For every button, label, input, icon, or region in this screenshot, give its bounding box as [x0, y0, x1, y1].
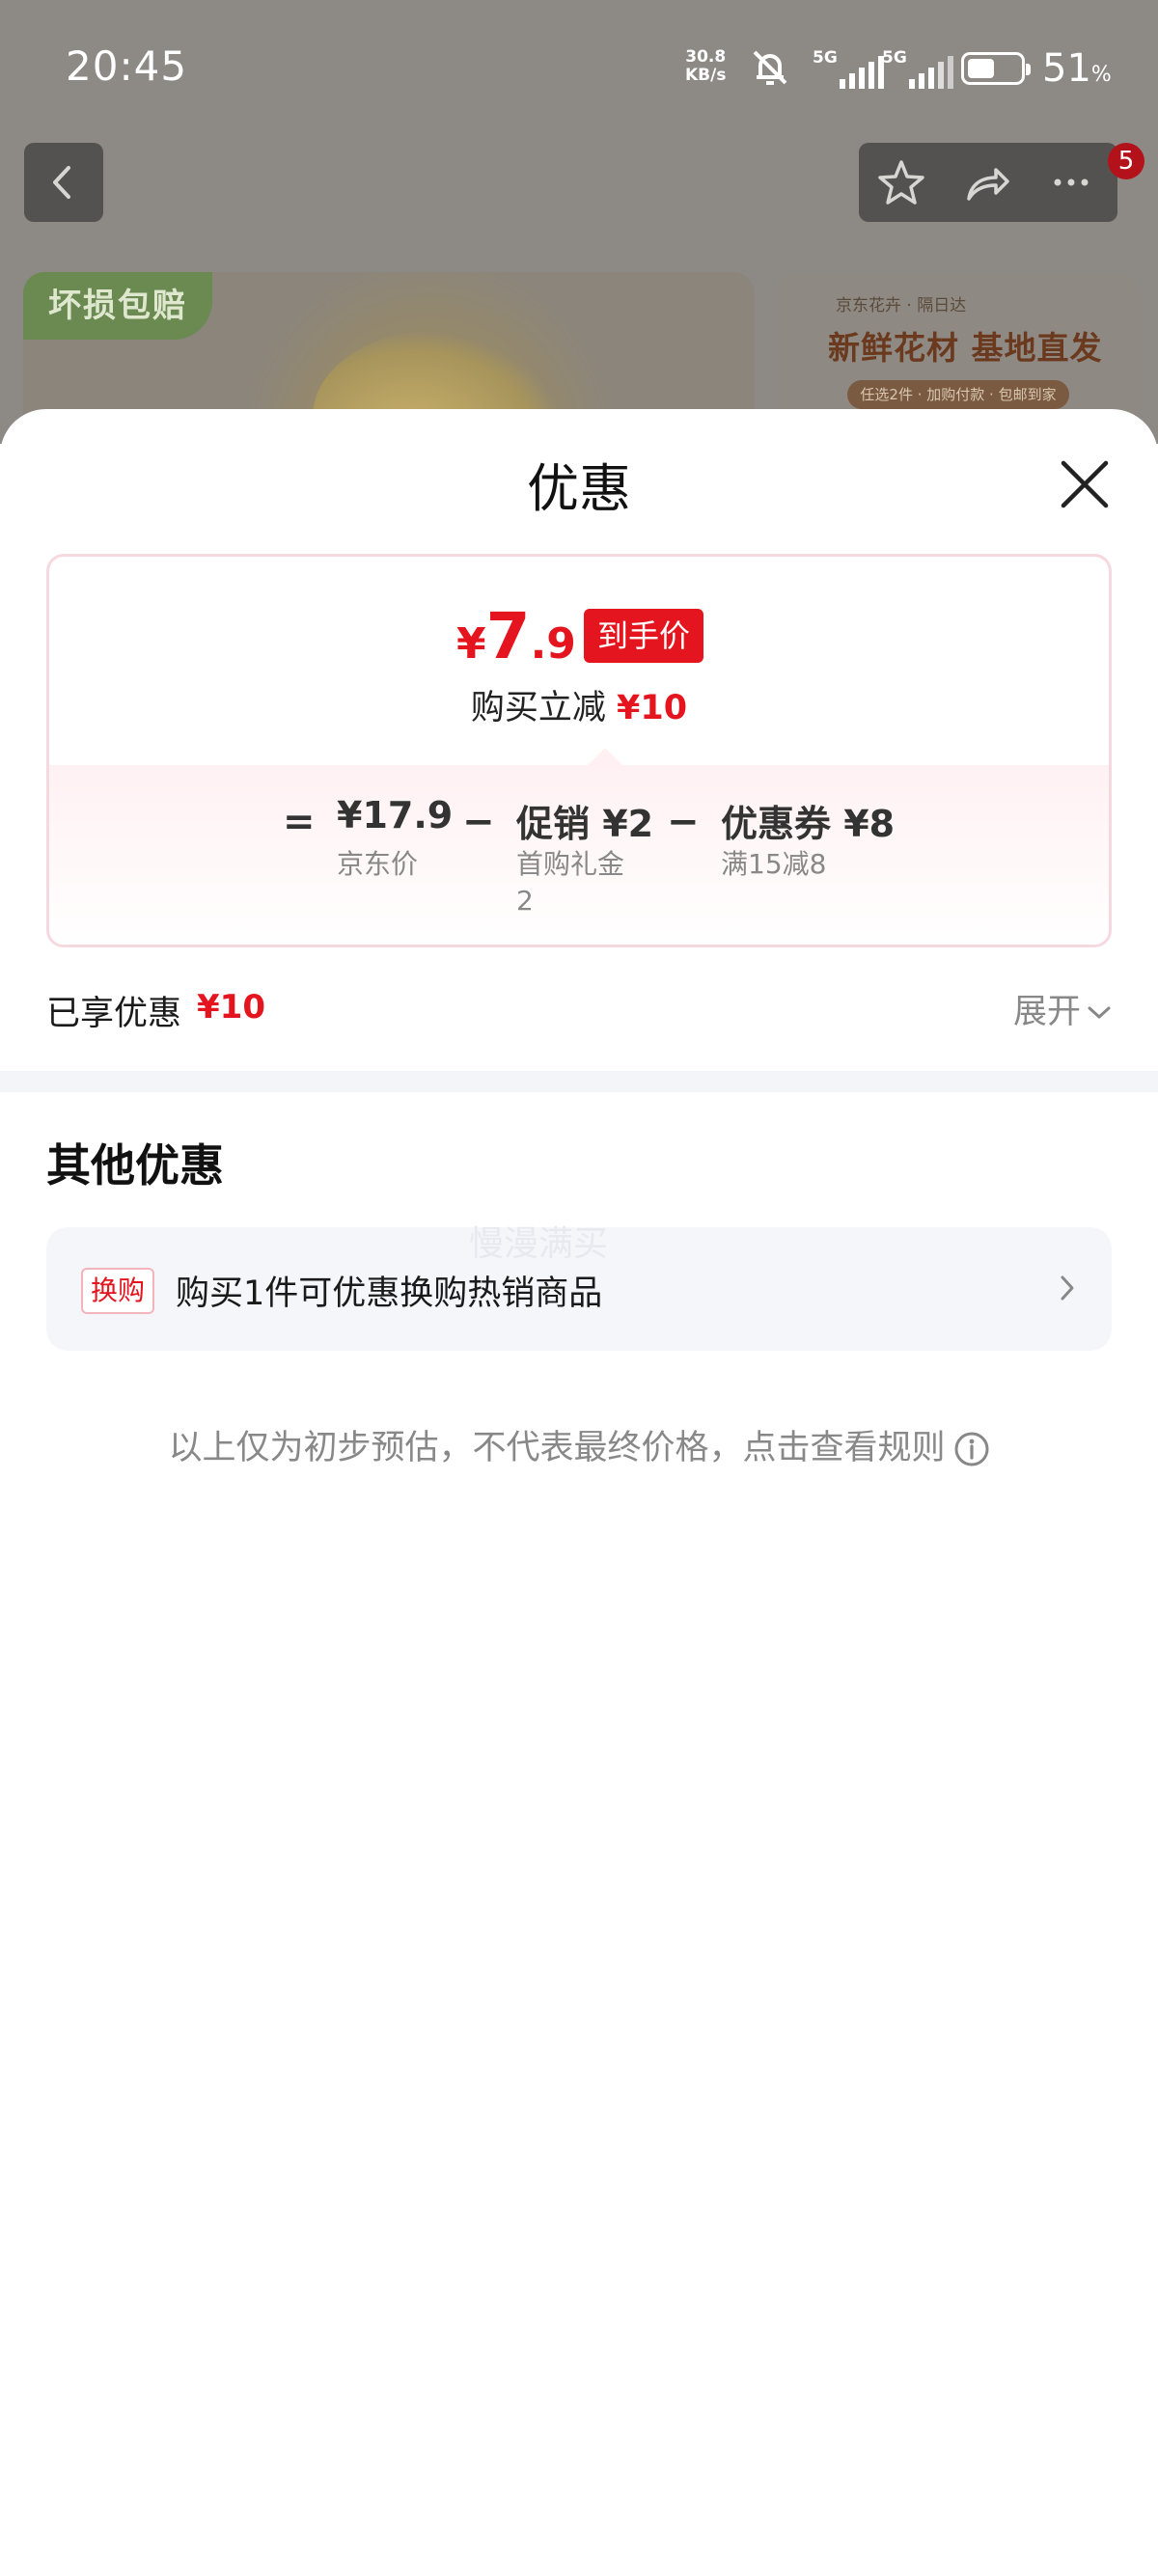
status-time: 20:45	[66, 42, 188, 90]
jd-price-label: 京东价	[337, 848, 419, 880]
trade-in-text: 购买1件可优惠换购热销商品	[176, 1274, 603, 1313]
jd-price-value: ¥17.9	[337, 794, 454, 836]
sim1-label: 5G	[813, 48, 838, 68]
sheet-title: 优惠	[527, 458, 631, 519]
signal-bars-icon	[909, 56, 953, 89]
banner-headline: 新鲜花材 基地直发	[828, 329, 1103, 367]
other-offers-title: 其他优惠	[46, 1139, 224, 1192]
network-speed-value: 30.8	[685, 47, 727, 67]
banner-pills: 任选2件 · 加购付款 · 包邮到家	[847, 380, 1069, 409]
expand-button[interactable]: 展开	[1013, 984, 1112, 1033]
mute-bell-icon	[753, 50, 787, 85]
sim2-label: 5G	[882, 48, 907, 68]
promotion-label: 首购礼金 2	[516, 848, 625, 917]
notification-badge: 5	[1108, 143, 1144, 179]
watermark: 慢漫满买	[469, 1224, 609, 1264]
coupon-value: 优惠券 ¥8	[721, 803, 896, 845]
chevron-down-icon	[1088, 1006, 1111, 1019]
top-action-group	[859, 143, 1117, 222]
section-divider	[0, 1071, 1158, 1092]
battery-percent: 51%	[1042, 46, 1112, 91]
more-icon[interactable]	[1029, 143, 1114, 222]
trade-in-tag: 换购	[81, 1268, 155, 1314]
signal-bars-icon	[840, 56, 884, 89]
instant-discount: 购买立减 ¥10	[470, 689, 688, 727]
enjoyed-value: ¥10	[197, 988, 265, 1027]
star-icon[interactable]	[859, 143, 944, 222]
final-price-tag: 到手价	[584, 609, 704, 663]
disclaimer-text: 以上仅为初步预估，不代表最终价格，点击查看规则	[168, 1429, 946, 1467]
expand-label: 展开	[1012, 993, 1081, 1031]
minus-sign: −	[667, 800, 700, 844]
status-bar: 20:45 30.8 KB/s 5G 5G 51%	[0, 0, 1158, 135]
signal-sim2: 5G	[882, 48, 959, 91]
promotion-value: 促销 ¥2	[516, 803, 654, 845]
final-price: ¥7.9	[456, 599, 576, 673]
share-icon[interactable]	[944, 143, 1029, 222]
price-breakdown: = ¥17.9 京东价 − 促销 ¥2 首购礼金 2 − 优惠券 ¥8 满15减…	[49, 765, 1109, 945]
back-button[interactable]	[24, 143, 103, 222]
damage-guarantee-badge: 坏损包赔	[23, 272, 212, 340]
info-icon	[954, 1432, 988, 1466]
coupon-label: 满15减8	[721, 848, 827, 880]
chevron-right-icon	[1061, 1275, 1074, 1301]
card-notch	[588, 748, 622, 765]
enjoyed-label: 已享优惠	[46, 995, 182, 1033]
price-card: ¥7.9 到手价 购买立减 ¥10 = ¥17.9 京东价 − 促销 ¥2 首购…	[46, 554, 1112, 947]
disclaimer-link[interactable]: 以上仅为初步预估，不代表最终价格，点击查看规则	[0, 1420, 1158, 1469]
enjoyed-discount-row: 已享优惠 ¥10 展开	[46, 978, 1112, 1036]
chevron-left-icon	[53, 166, 70, 199]
network-speed-unit: KB/s	[685, 66, 727, 85]
minus-sign: −	[462, 800, 495, 844]
battery-icon	[961, 52, 1031, 85]
battery-fill	[968, 59, 994, 78]
network-speed: 30.8 KB/s	[685, 48, 726, 85]
discount-sheet: 优惠 ¥7.9 到手价 购买立减 ¥10 = ¥17.9 京东价 − 促销 ¥2…	[0, 409, 1158, 2576]
close-icon[interactable]	[1058, 457, 1112, 511]
equals-sign: =	[283, 800, 316, 844]
signal-sim1: 5G	[813, 48, 890, 91]
